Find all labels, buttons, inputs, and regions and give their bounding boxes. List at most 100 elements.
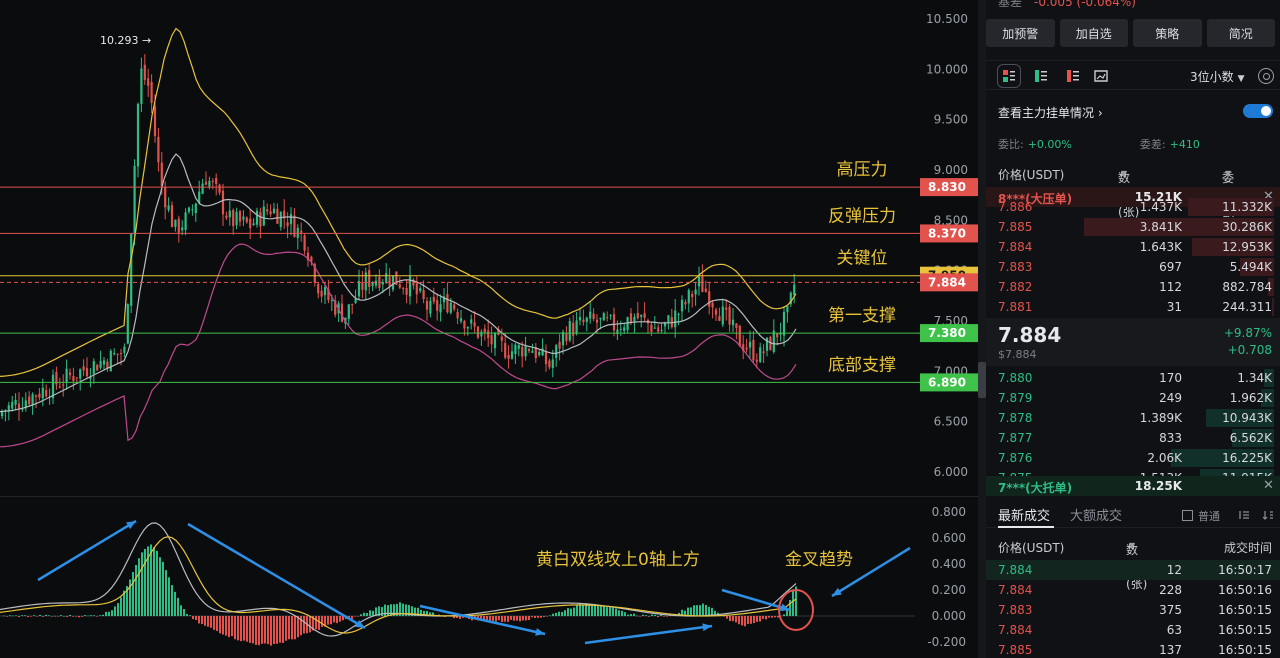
bid-row[interactable]: 7.879 249 1.962K <box>986 388 1280 408</box>
splitter[interactable] <box>978 0 986 658</box>
candle-body <box>385 273 388 283</box>
main-orders-toggle[interactable] <box>1243 104 1273 118</box>
candle-body <box>14 399 17 405</box>
candle-body <box>245 217 248 223</box>
asks-only-view-icon[interactable] <box>1066 69 1080 83</box>
caret-down-icon: ▼ <box>1225 169 1232 178</box>
macd-bar <box>687 607 689 616</box>
candle-body <box>694 289 697 295</box>
candle-body <box>136 103 140 167</box>
trade-row: 7.884 228 16:50:16 <box>986 580 1280 600</box>
add-alert-button[interactable]: 加预警 <box>986 19 1055 47</box>
view-main-orders-link[interactable]: 查看主力挂单情况 › <box>998 104 1103 121</box>
last-price-block: 7.884 $7.884 +9.87% +0.708 <box>986 318 1280 366</box>
filter-icon[interactable] <box>1238 509 1250 521</box>
candle-body <box>388 277 391 286</box>
macd-bar <box>216 616 218 631</box>
macd-bar <box>204 616 206 626</box>
bid-row[interactable]: 7.878 1.389K 10.943K <box>986 408 1280 428</box>
macd-bar <box>756 616 758 622</box>
candle-body <box>242 216 245 220</box>
ask-row[interactable]: 7.883 697 5.494K <box>986 257 1280 277</box>
candle-body <box>157 136 160 163</box>
add-watchlist-button[interactable]: 加自选 <box>1059 19 1128 47</box>
settings-icon[interactable] <box>1258 68 1274 84</box>
depth-chart-icon[interactable] <box>1094 69 1108 83</box>
splitter-handle[interactable] <box>978 362 986 398</box>
macd-bar <box>666 616 668 617</box>
big-bid-row[interactable]: 7***(大托单) 18.25K ✕ <box>986 476 1280 496</box>
decimals-select[interactable]: 3位小数 ▼ <box>1190 68 1245 85</box>
candle-body <box>354 298 357 303</box>
macd-bar <box>603 606 605 616</box>
macd-bar <box>246 616 248 642</box>
macd-bar <box>570 608 572 616</box>
macd-bar <box>333 616 335 623</box>
chart-canvas[interactable]: 10.50010.0009.5009.0008.5008.0007.5007.0… <box>0 0 980 658</box>
macd-bar <box>492 616 494 621</box>
candle-body <box>782 311 786 336</box>
sort-icon[interactable] <box>1262 509 1274 521</box>
macd-bar <box>657 616 659 618</box>
level-badge-text: 8.370 <box>928 226 966 240</box>
bid-row[interactable]: 7.880 170 1.34K <box>986 368 1280 388</box>
both-sides-view-icon[interactable] <box>997 64 1021 88</box>
ask-row[interactable]: 7.884 1.643K 12.953K <box>986 237 1280 257</box>
ask-row[interactable]: 7.881 31 244.311 <box>986 297 1280 317</box>
macd-bar <box>111 610 113 616</box>
candle-body <box>408 275 412 297</box>
macd-bar <box>258 616 260 646</box>
macd-bar <box>93 615 95 616</box>
ask-row[interactable]: 7.885 3.841K 30.286K <box>986 217 1280 237</box>
macd-bar <box>99 615 101 616</box>
candle-body <box>215 178 218 184</box>
bid-row[interactable]: 7.877 833 6.562K <box>986 428 1280 448</box>
macd-bar <box>48 615 50 616</box>
bid-row[interactable]: 7.876 2.06K 16.225K <box>986 448 1280 468</box>
candle-body <box>65 368 68 382</box>
macd-bar <box>24 615 26 616</box>
macd-bar <box>159 557 161 616</box>
kline-chart[interactable]: 10.50010.0009.5009.0008.5008.0007.5007.0… <box>0 0 980 658</box>
level-badge-text: 8.830 <box>928 180 966 194</box>
close-icon[interactable]: ✕ <box>1263 478 1274 493</box>
candle-body <box>259 211 262 227</box>
price-axis-tick: 9.000 <box>934 163 968 177</box>
candle-body <box>150 81 153 103</box>
macd-axis-tick: 0.000 <box>932 609 966 623</box>
normal-checkbox[interactable] <box>1182 510 1193 521</box>
candle-body <box>606 317 609 319</box>
macd-bar <box>774 616 776 618</box>
macd-bar <box>162 561 164 616</box>
ask-row[interactable]: 7.882 112 882.784 <box>986 277 1280 297</box>
macd-bar <box>537 616 539 618</box>
order-amount: 882.784 <box>1222 280 1272 294</box>
macd-bar <box>30 616 32 617</box>
macd-bar <box>573 607 575 616</box>
order-amount: 16.225K <box>1222 451 1272 465</box>
tab-latest-trades[interactable]: 最新成交 <box>998 505 1050 524</box>
macd-bar <box>60 615 62 616</box>
candle-body <box>436 300 439 311</box>
candle-body <box>79 369 82 379</box>
macd-bar <box>768 616 770 618</box>
candle-body <box>572 322 575 336</box>
ask-row[interactable]: 7.886 1.437K 11.332K <box>986 197 1280 217</box>
candle-body <box>507 354 510 359</box>
overview-button[interactable]: 简况 <box>1206 19 1275 47</box>
macd-bar <box>654 614 656 616</box>
level-name: 高压力 <box>837 160 888 180</box>
strategy-button[interactable]: 策略 <box>1133 19 1202 47</box>
candle-body <box>680 299 684 312</box>
bids-only-view-icon[interactable] <box>1034 69 1048 83</box>
macd-bar <box>75 616 77 617</box>
macd-bar <box>507 616 509 622</box>
lower-band-line <box>0 243 797 448</box>
trade-price: 7.884 <box>998 623 1033 637</box>
trades-header: 价格(USDT) 数量(张)▼ 成交时间 <box>986 537 1280 591</box>
macd-bar <box>615 608 617 616</box>
tab-large-trades[interactable]: 大额成交 <box>1070 505 1122 524</box>
order-qty: 1.643K <box>1139 240 1182 254</box>
macd-bar <box>621 610 623 616</box>
candle-body <box>415 283 418 295</box>
